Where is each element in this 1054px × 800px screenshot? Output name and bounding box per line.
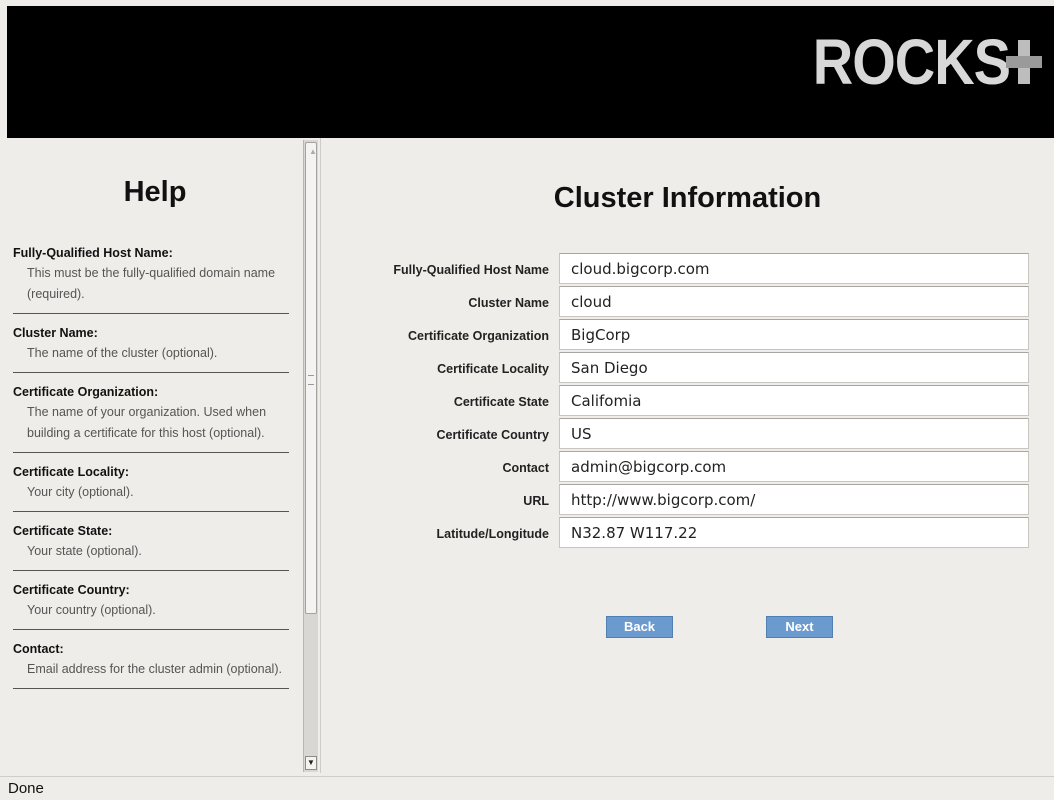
back-button[interactable]: Back [606, 616, 673, 638]
help-desc: This must be the fully-qualified domain … [27, 266, 276, 301]
scroll-down-button[interactable]: ▼ [305, 756, 317, 770]
help-term: Fully-Qualified Host Name: [13, 246, 173, 260]
url-input[interactable] [559, 484, 1029, 515]
chevron-down-icon: ▼ [307, 758, 315, 767]
latitude-longitude-input[interactable] [559, 517, 1029, 548]
form-row: Latitude/Longitude [321, 517, 1054, 550]
status-bar: Done [0, 776, 1054, 800]
form-row: Cluster Name [321, 286, 1054, 319]
help-entry: Certificate Locality: Your city (optiona… [13, 463, 289, 512]
help-scrollbar[interactable]: ▲ ▼ [303, 140, 318, 772]
form-row: Contact [321, 451, 1054, 484]
help-title: Help [123, 176, 187, 208]
certificate-state-input[interactable] [559, 385, 1029, 416]
form-row: Certificate Organization [321, 319, 1054, 352]
logo-text: ROCKS [812, 25, 1011, 98]
form-row: Fully-Qualified Host Name [321, 253, 1054, 286]
certificate-locality-input[interactable] [559, 352, 1029, 383]
help-entry: Certificate State: Your state (optional)… [13, 522, 289, 571]
status-text: Done [8, 780, 44, 797]
installer-window: ROCKS Help Fully-Qualified Host Name: Th… [7, 6, 1054, 776]
cluster-name-input[interactable] [559, 286, 1029, 317]
field-label: Contact [502, 461, 549, 475]
header-banner: ROCKS [7, 6, 1054, 138]
help-entry: Certificate Country: Your country (optio… [13, 581, 289, 630]
form-row: Certificate State [321, 385, 1054, 418]
certificate-country-input[interactable] [559, 418, 1029, 449]
help-desc: The name of your organization. Used when… [27, 405, 267, 440]
help-pane: Help Fully-Qualified Host Name: This mus… [7, 138, 303, 773]
scroll-up-arrow-icon[interactable]: ▲ [309, 147, 317, 156]
help-term: Certificate Country: [13, 583, 130, 597]
help-entry: Cluster Name: The name of the cluster (o… [13, 324, 289, 373]
help-entry: Contact: Email address for the cluster a… [13, 640, 289, 689]
help-term: Contact: [13, 642, 64, 656]
field-label: Cluster Name [468, 296, 549, 310]
grip-icon [308, 375, 314, 385]
help-entry: Certificate Organization: The name of yo… [13, 383, 289, 453]
form-row: Certificate Locality [321, 352, 1054, 385]
form-row: URL [321, 484, 1054, 517]
field-label: Latitude/Longitude [436, 527, 549, 541]
help-term: Certificate Organization: [13, 385, 159, 399]
help-desc: Email address for the cluster admin (opt… [27, 662, 282, 676]
help-desc: The name of the cluster (optional). [27, 346, 218, 360]
scrollbar-thumb[interactable]: ▲ [305, 142, 317, 614]
certificate-organization-input[interactable] [559, 319, 1029, 350]
help-entry: Fully-Qualified Host Name: This must be … [13, 244, 289, 314]
help-term: Certificate Locality: [13, 465, 130, 479]
field-label: Certificate State [453, 395, 549, 409]
field-label: Certificate Country [436, 428, 549, 442]
help-desc: Your country (optional). [27, 603, 156, 617]
contact-input[interactable] [559, 451, 1029, 482]
help-term: Certificate State: [13, 524, 113, 538]
help-list: Fully-Qualified Host Name: This must be … [13, 244, 289, 699]
rocks-logo: ROCKS [813, 29, 1042, 94]
help-term: Cluster Name: [13, 326, 98, 340]
help-desc: Your city (optional). [27, 485, 134, 499]
page-title: Cluster Information [553, 182, 822, 214]
form-row: Certificate Country [321, 418, 1054, 451]
field-label: Certificate Organization [408, 329, 549, 343]
fqdn-input[interactable] [559, 253, 1029, 284]
plus-icon [1006, 40, 1042, 84]
main-content: Cluster Information Fully-Qualified Host… [321, 138, 1054, 773]
help-desc: Your state (optional). [27, 544, 142, 558]
cluster-form: Fully-Qualified Host Name Cluster Name C… [321, 253, 1054, 550]
field-label: Fully-Qualified Host Name [393, 263, 549, 277]
next-button[interactable]: Next [766, 616, 833, 638]
field-label: Certificate Locality [437, 362, 549, 376]
field-label: URL [523, 494, 549, 508]
